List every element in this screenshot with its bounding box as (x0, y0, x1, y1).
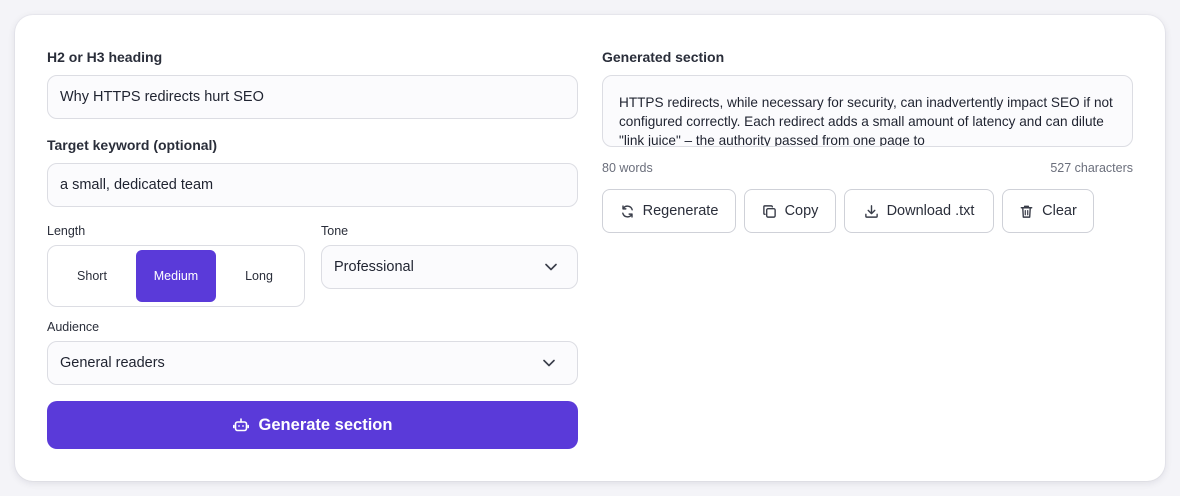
generated-text-area[interactable]: HTTPS redirects, while necessary for sec… (602, 75, 1133, 147)
robot-icon (232, 418, 249, 432)
output-label: Generated section (602, 49, 725, 65)
generated-text: HTTPS redirects, while necessary for sec… (619, 95, 1113, 147)
copy-button[interactable]: Copy (744, 189, 836, 233)
download-icon (864, 204, 878, 218)
length-option-medium[interactable]: Medium (136, 250, 216, 302)
clear-label: Clear (1042, 203, 1077, 219)
character-count: 527 characters (1050, 161, 1133, 175)
regenerate-label: Regenerate (642, 203, 719, 219)
regenerate-button[interactable]: Regenerate (602, 189, 736, 233)
trash-icon (1020, 205, 1033, 218)
heading-input[interactable]: Why HTTPS redirects hurt SEO (47, 75, 578, 119)
tone-label: Tone (321, 224, 349, 238)
clear-button[interactable]: Clear (1002, 189, 1094, 233)
length-segmented-control: Short Medium Long (47, 245, 305, 307)
copy-label: Copy (784, 203, 819, 219)
tone-select[interactable]: Professional (321, 245, 578, 289)
copy-icon (762, 204, 776, 218)
heading-input-value: Why HTTPS redirects hurt SEO (60, 89, 264, 105)
chevron-down-icon (543, 359, 555, 367)
generate-section-button[interactable]: Generate section (47, 401, 578, 449)
length-label: Length (47, 224, 86, 238)
word-count: 80 words (602, 161, 653, 175)
chevron-down-icon (545, 263, 557, 271)
download-txt-button[interactable]: Download .txt (844, 189, 994, 233)
refresh-icon (621, 204, 633, 218)
keyword-input-value: a small, dedicated team (60, 177, 214, 193)
audience-select[interactable]: General readers (47, 341, 578, 385)
download-txt-label: Download .txt (886, 203, 975, 219)
audience-label: Audience (47, 320, 100, 334)
keyword-input[interactable]: a small, dedicated team (47, 163, 578, 207)
heading-field-label: H2 or H3 heading (47, 49, 163, 65)
keyword-field-label: Target keyword (optional) (47, 137, 218, 153)
length-option-long[interactable]: Long (219, 250, 299, 302)
tone-select-value: Professional (334, 259, 414, 275)
length-option-short[interactable]: Short (52, 250, 132, 302)
audience-select-value: General readers (60, 355, 165, 371)
generate-section-label: Generate section (258, 415, 393, 434)
